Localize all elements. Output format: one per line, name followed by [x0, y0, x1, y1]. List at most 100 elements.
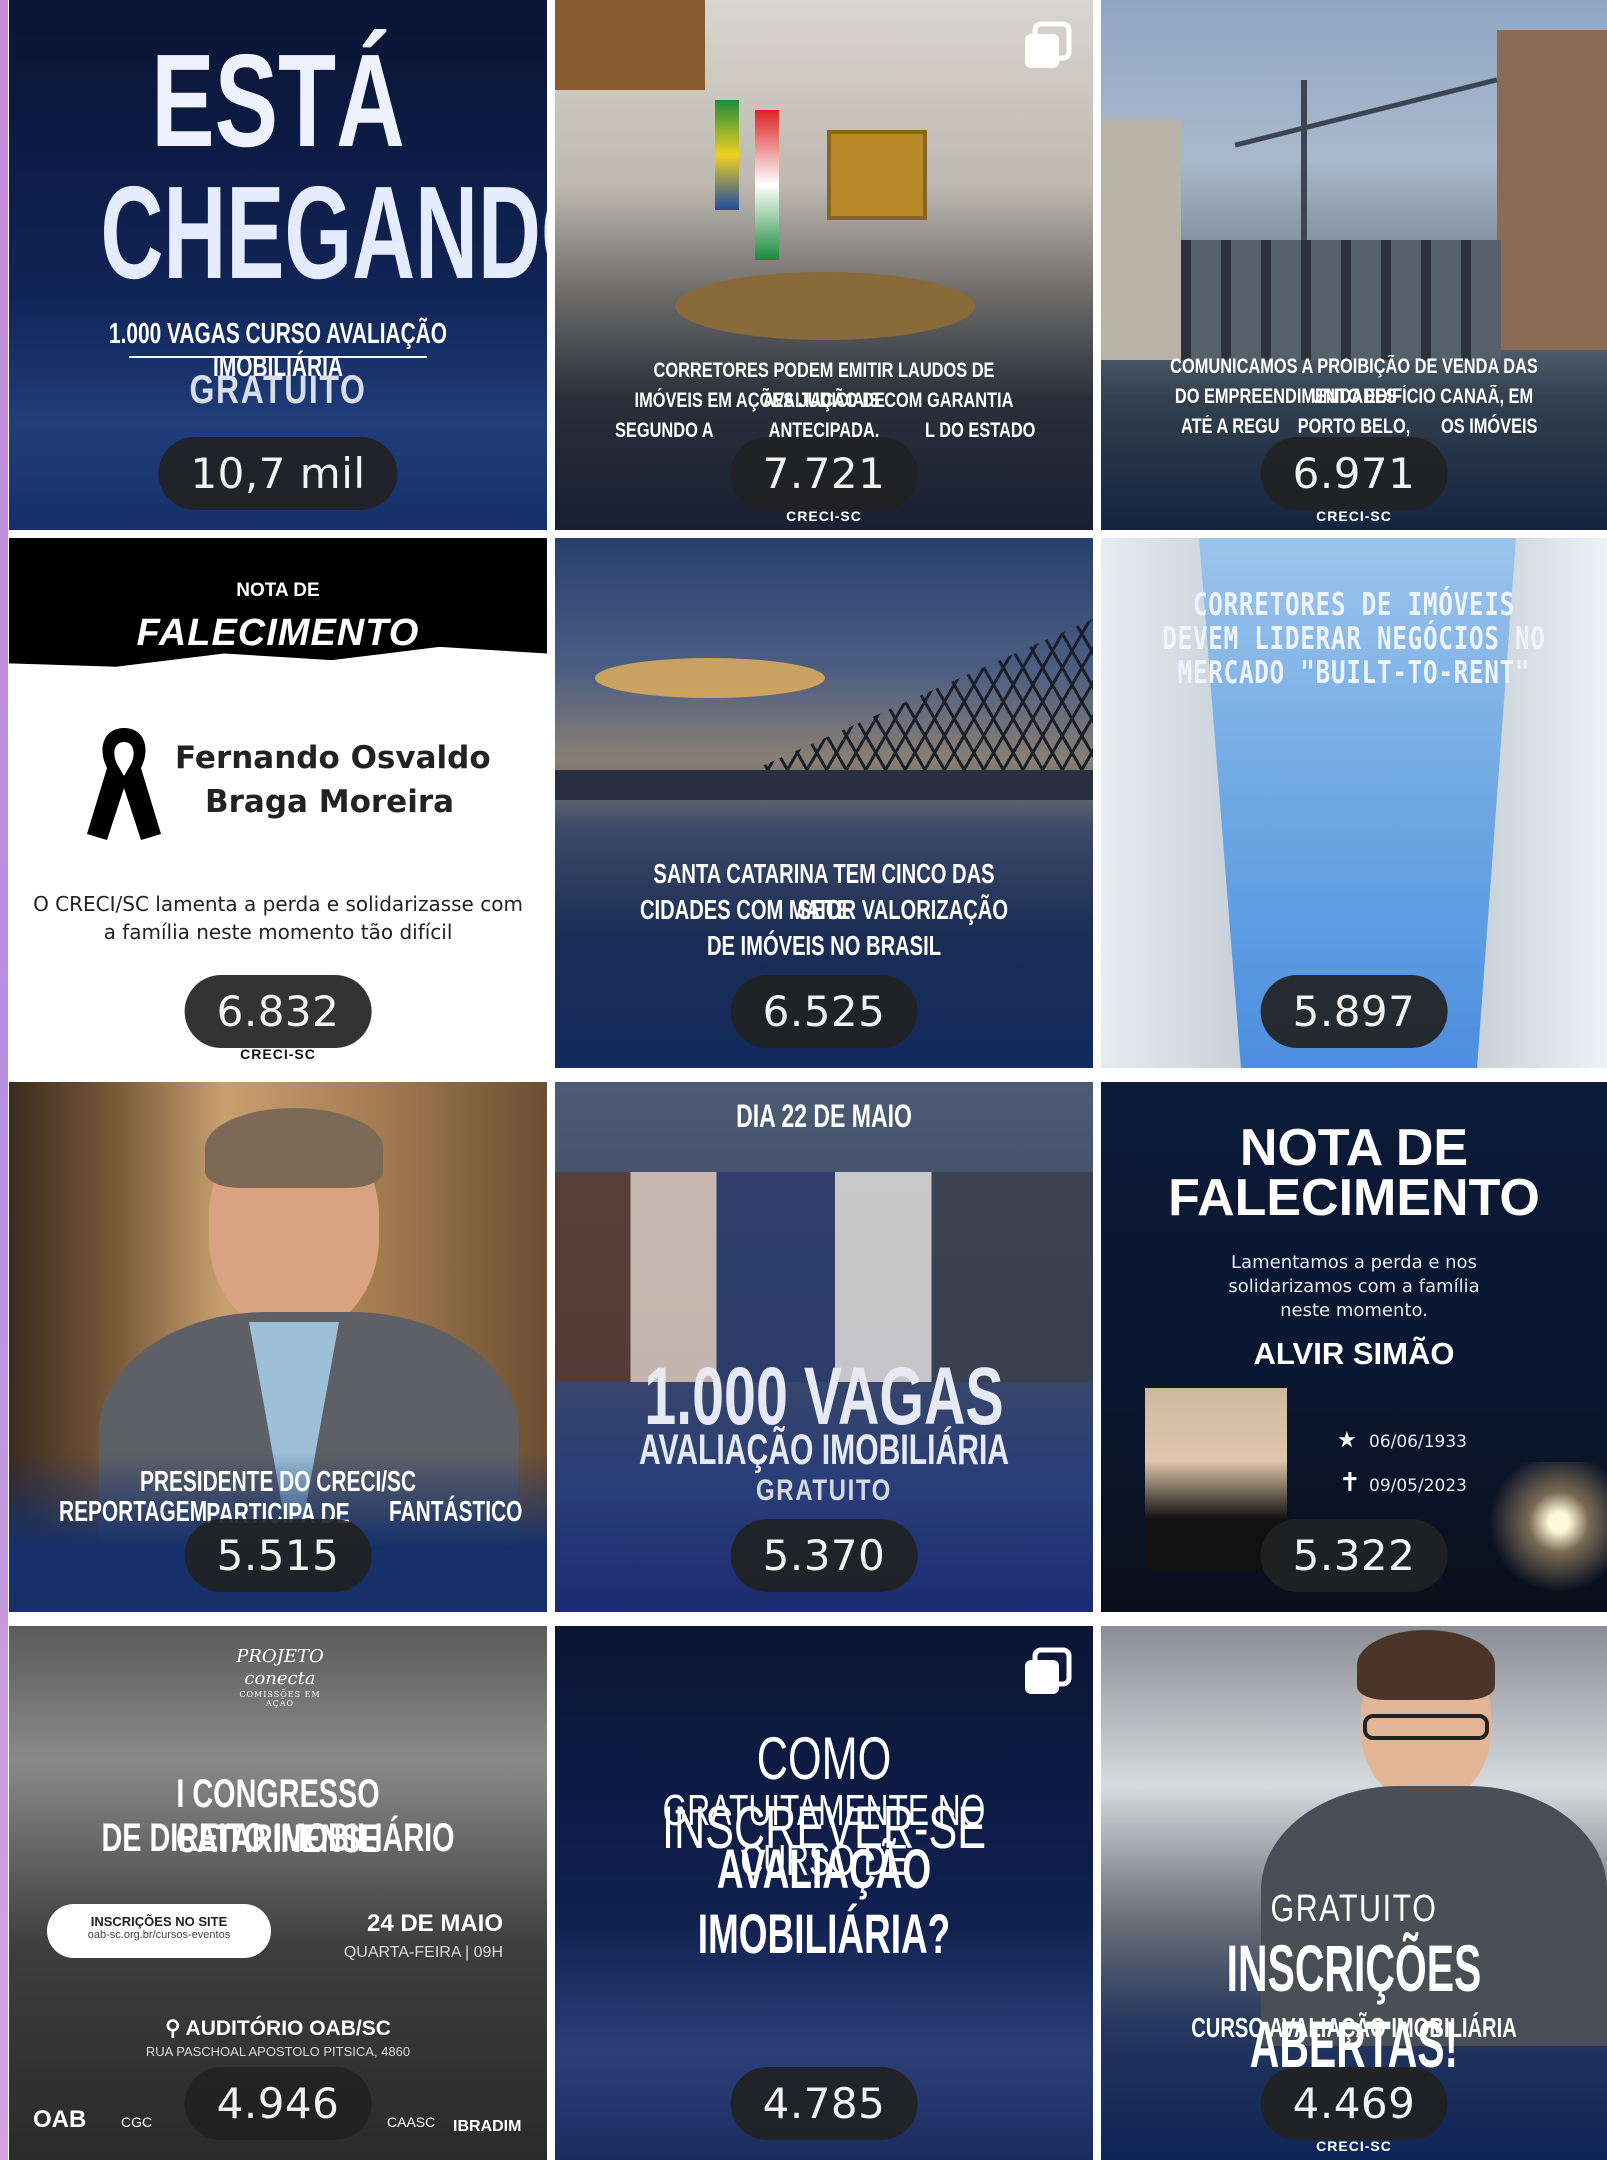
post-caption-line: OS IMÓVEIS [1441, 415, 1538, 438]
post-caption-line: DE IMÓVEIS NO BRASIL [706, 930, 942, 961]
post-caption-line: SEGUNDO A [615, 419, 714, 442]
brand-mark: CRECI-SC [1316, 2138, 1392, 2154]
sponsor-logo: IBRADIM [453, 2118, 522, 2135]
venue-row: ⚲ AUDITÓRIO OAB/SC [9, 2016, 547, 2041]
post-headline: ESTÁ [151, 27, 405, 174]
view-count: 10,7 mil [158, 437, 398, 510]
post-tile-president-interview[interactable]: PRESIDENTE DO CRECI/SC PARTICIPA DE REPO… [9, 1082, 547, 1612]
post-tag: GRATUITO [189, 368, 367, 412]
post-tile-esta-chegando[interactable]: ESTÁ CHEGANDO 1.000 VAGAS CURSO AVALIAÇÃ… [9, 0, 547, 530]
post-big: INSCRIÇÕES ABERTAS! [1226, 1931, 1482, 2081]
window-edge-strip [0, 0, 8, 2160]
post-tile-built-to-rent[interactable]: CORRETORES DE IMÓVEIS DEVEM LIDERAR NEGÓ… [1101, 538, 1607, 1068]
message-line: neste momento. [1280, 1300, 1428, 1321]
post-tile-nota-falecimento-fernando[interactable]: NOTA DE FALECIMENTO Fernando Osvaldo Bra… [9, 538, 547, 1068]
deceased-name-2: Braga Moreira [205, 784, 455, 820]
person-glasses [1363, 1714, 1489, 1740]
message-line: solidarizamos com a família [1228, 1276, 1480, 1297]
building-left [1101, 120, 1181, 360]
post-caption-line: DEVEM LIDERAR NEGÓCIOS NO [1162, 621, 1546, 657]
logo-subtext: COMISSÕES EM AÇÃO [239, 1690, 321, 1708]
post-tile-como-inscrever[interactable]: COMO INSCREVER-SE GRATUITAMENTE NO CURSO… [555, 1626, 1093, 2160]
flag-sc [755, 110, 779, 260]
deceased-name-1: Fernando Osvaldo [175, 740, 491, 776]
post-caption-line: FANTÁSTICO [389, 1496, 523, 1528]
sponsor-logo: CAASC [387, 2114, 436, 2130]
post-date: DIA 22 DE MAIO [736, 1098, 912, 1134]
pill-label: INSCRIÇÕES NO SITE [90, 1914, 228, 1929]
view-count: 5.322 [1260, 1519, 1448, 1592]
view-count: 4.469 [1260, 2067, 1448, 2140]
condolence-line: O CRECI/SC lamenta a perda e solidarizas… [33, 892, 523, 916]
post-tile-bridge[interactable]: SANTA CATARINA TEM CINCO DAS SETE CIDADE… [555, 538, 1093, 1068]
post-caption-line: ATÉ A REGU [1181, 415, 1280, 438]
mourning-ribbon-icon [79, 716, 169, 850]
event-weekday: QUARTA-FEIRA | 09H [343, 1944, 503, 1961]
post-subtitle: CURSO AVALIAÇÃO IMOBILIÁRIA [1191, 2012, 1517, 2043]
sunset-cloud [595, 658, 825, 698]
banner-label-small: NOTA DE [236, 580, 320, 601]
condolence-line: a família neste momento tão difícil [103, 920, 453, 944]
post-tag: GRATUITO [1270, 1888, 1438, 1930]
post-caption-line: L DO ESTADO [925, 419, 1036, 442]
post-caption-line: MERCADO "BUILT-TO-RENT" [1177, 655, 1531, 691]
city-skyline [555, 770, 1093, 800]
person-hair [1357, 1630, 1495, 1700]
carousel-icon [1021, 1646, 1073, 1698]
cross-icon: ✝ [1339, 1468, 1361, 1498]
venue-address: RUA PASCHOAL APOSTOLO PITSICA, 4860 [145, 2044, 411, 2059]
post-title-2: FALECIMENTO [1168, 1169, 1540, 1227]
birth-date: 06/06/1933 [1369, 1432, 1467, 1452]
post-tile-inscricoes-abertas[interactable]: GRATUITO INSCRIÇÕES ABERTAS! CURSO AVALI… [1101, 1626, 1607, 2160]
post-tag: GRATUITO [756, 1474, 892, 1507]
brand-mark: CRECI-SC [1316, 508, 1392, 524]
painting [827, 130, 927, 220]
person-hair [205, 1108, 383, 1188]
deceased-name: ALVIR SIMÃO [1253, 1336, 1455, 1371]
view-count: 4.785 [730, 2067, 918, 2140]
sponsor-logo: OAB [33, 2106, 87, 2133]
brand-mark: CRECI-SC [786, 508, 862, 524]
view-count: 4.946 [184, 2067, 372, 2140]
view-count: 6.525 [730, 975, 918, 1048]
event-date: 24 DE MAIO [366, 1910, 503, 1937]
post-divider [129, 356, 427, 358]
location-pin-icon: ⚲ [165, 2017, 181, 2040]
view-count: 6.832 [184, 975, 372, 1048]
view-count: 5.897 [1260, 975, 1448, 1048]
post-tile-nota-falecimento-alvir[interactable]: NOTA DE FALECIMENTO Lamentamos a perda e… [1101, 1082, 1607, 1612]
pill-url: oab-sc.org.br/cursos-eventos [87, 1929, 231, 1941]
view-count: 5.515 [184, 1519, 372, 1592]
star-icon: ★ [1337, 1428, 1357, 1453]
bridge-structure [735, 618, 1093, 778]
post-caption-line: REPORTAGEM [59, 1496, 208, 1528]
banner-label-big: FALECIMENTO [136, 612, 420, 654]
logo-mark: PROJETO conecta COMISSÕES EM AÇÃO [225, 1646, 335, 1716]
post-mid: AVALIAÇÃO IMOBILIÁRIA [638, 1426, 1010, 1474]
carousel-icon [1021, 20, 1073, 72]
profile-grid: ESTÁ CHEGANDO 1.000 VAGAS CURSO AVALIAÇÃ… [9, 0, 1607, 2160]
post-tile-congresso[interactable]: PROJETO conecta COMISSÕES EM AÇÃO I CONG… [9, 1626, 547, 2160]
post-line-3: AVALIAÇÃO IMOBILIÁRIA? [697, 1837, 951, 1965]
candles [1487, 1462, 1607, 1612]
view-count: 6.971 [1260, 437, 1448, 510]
view-count: 7.721 [730, 437, 918, 510]
view-count: 5.370 [730, 1519, 918, 1592]
post-tile-construction[interactable]: COMUNICAMOS A PROIBIÇÃO DE VENDA DAS UNI… [1101, 0, 1607, 530]
building-right [1497, 30, 1607, 350]
logo-text: PROJETO conecta [236, 1646, 324, 1689]
venue-name: AUDITÓRIO OAB/SC [185, 2017, 391, 2040]
event-title-2: DE DIREITO IMOBILIÁRIO [101, 1816, 455, 1860]
sponsor-logo: CGC [121, 2114, 153, 2130]
building-frame [1181, 240, 1501, 360]
death-date: 09/05/2023 [1369, 1476, 1467, 1496]
post-tile-meeting[interactable]: CORRETORES PODEM EMITIR LAUDOS DE AVALIA… [555, 0, 1093, 530]
flag-brazil [715, 100, 739, 210]
post-caption-line: CIDADES COM MAIOR VALORIZAÇÃO [639, 894, 1009, 925]
post-tile-1000-vagas[interactable]: DIA 22 DE MAIO 1.000 VAGAS AVALIAÇÃO IMO… [555, 1082, 1093, 1612]
post-caption-line: CORRETORES DE IMÓVEIS [1192, 587, 1516, 623]
crane-arm [1234, 77, 1498, 148]
brand-mark: CRECI-SC [240, 1046, 316, 1062]
meeting-table [675, 272, 975, 340]
post-headline-2: CHEGANDO [100, 159, 547, 306]
